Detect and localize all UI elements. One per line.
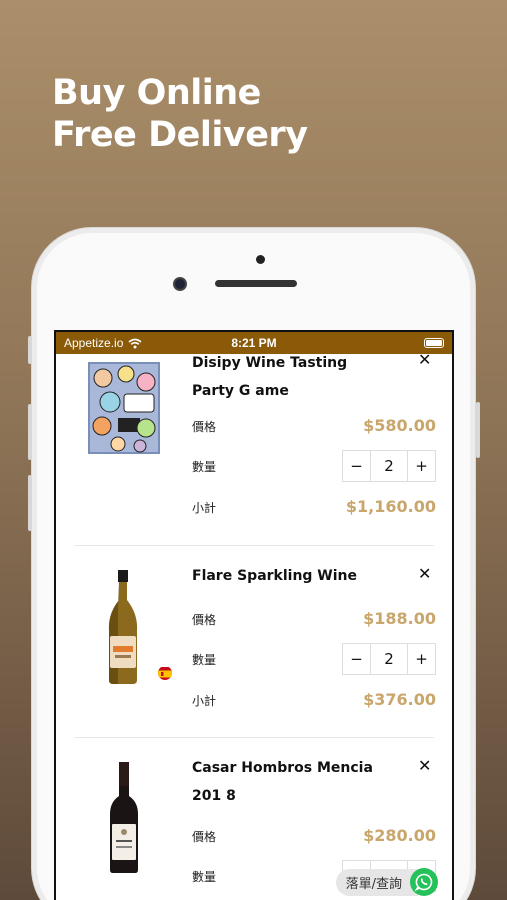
- item-title[interactable]: Casar Hombros Mencia 201 8: [192, 754, 392, 810]
- remove-item-icon[interactable]: ✕: [418, 756, 431, 775]
- whatsapp-order-button[interactable]: 落單/查詢: [335, 868, 438, 896]
- price-label: 價格: [192, 830, 217, 844]
- headline-line-2: Free Delivery: [52, 115, 308, 155]
- price-label: 價格: [192, 420, 217, 434]
- item-price: $280.00: [363, 826, 436, 845]
- whatsapp-label: 落單/查詢: [335, 868, 418, 896]
- quantity-label: 數量: [192, 870, 217, 884]
- subtotal-label: 小計: [192, 694, 217, 708]
- phone-sensor-dot: [256, 255, 265, 264]
- item-divider: [74, 545, 434, 546]
- phone-volume-up: [28, 404, 32, 460]
- quantity-label: 數量: [192, 460, 217, 474]
- status-time: 8:21 PM: [231, 336, 277, 350]
- quantity-value[interactable]: 2: [370, 451, 408, 481]
- whatsapp-icon: [410, 868, 438, 896]
- quantity-stepper: − 2 +: [342, 643, 436, 675]
- headline-line-1: Buy Online: [52, 73, 261, 113]
- cart-item: Flare Sparkling Wine ✕ 價格 $188.00 數量 − 2…: [56, 564, 452, 738]
- phone-speaker: [215, 280, 297, 287]
- app-screen: Appetize.io 8:21 PM Disipy Wine Tasting …: [54, 330, 454, 900]
- increment-button[interactable]: +: [408, 451, 435, 481]
- phone-power-button: [476, 402, 480, 458]
- price-label: 價格: [192, 613, 217, 627]
- subtotal-label: 小計: [192, 501, 217, 515]
- quantity-value[interactable]: 2: [370, 644, 408, 674]
- sparkling-wine-bottle-image: [106, 570, 140, 690]
- quantity-label: 數量: [192, 653, 217, 667]
- item-subtotal: $1,160.00: [345, 497, 436, 516]
- board-game-box-image: [88, 362, 160, 458]
- battery-icon: [424, 338, 444, 348]
- remove-item-icon[interactable]: ✕: [418, 350, 431, 369]
- phone-volume-down: [28, 475, 32, 531]
- cart-item: Disipy Wine Tasting Party G ame ✕ 價格 $58…: [56, 350, 452, 544]
- decrement-button[interactable]: −: [343, 644, 370, 674]
- item-title[interactable]: Flare Sparkling Wine: [192, 562, 392, 590]
- item-price: $188.00: [363, 609, 436, 628]
- phone-camera-icon: [173, 277, 187, 291]
- item-price: $580.00: [363, 416, 436, 435]
- quantity-stepper: − 2 +: [342, 450, 436, 482]
- promo-headline: Buy Online Free Delivery: [52, 72, 308, 156]
- remove-item-icon[interactable]: ✕: [418, 564, 431, 583]
- item-divider: [74, 737, 434, 738]
- decrement-button[interactable]: −: [343, 451, 370, 481]
- phone-mute-switch: [28, 336, 32, 364]
- item-subtotal: $376.00: [363, 690, 436, 709]
- spain-flag-icon: [158, 666, 172, 680]
- red-wine-bottle-image: [108, 762, 140, 878]
- increment-button[interactable]: +: [408, 644, 435, 674]
- item-title[interactable]: Disipy Wine Tasting Party G ame: [192, 349, 392, 405]
